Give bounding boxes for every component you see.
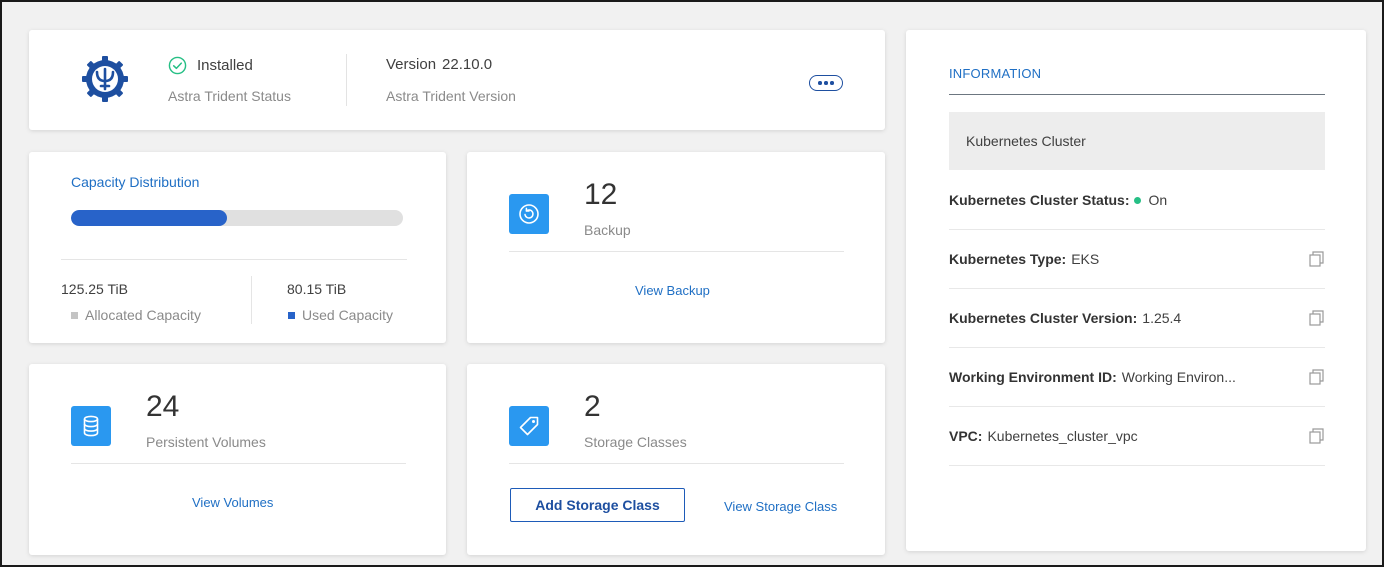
copy-icon[interactable] xyxy=(1307,250,1325,268)
view-volumes-link[interactable]: View Volumes xyxy=(192,495,273,510)
status-value: Installed xyxy=(197,57,253,74)
used-capacity-value: 80.15 TiB xyxy=(287,281,347,297)
volumes-count: 24 xyxy=(146,390,180,423)
info-value: On xyxy=(1148,192,1168,208)
capacity-distribution-card: Capacity Distribution 125.25 TiB Allocat… xyxy=(29,152,446,343)
capacity-bar-used-fill xyxy=(71,210,228,226)
divider xyxy=(346,54,347,106)
allocated-label-text: Allocated Capacity xyxy=(85,307,201,323)
version-number: 22.10.0 xyxy=(442,56,493,73)
information-panel: INFORMATION Kubernetes Cluster Kubernete… xyxy=(906,30,1366,551)
installed-status: Installed xyxy=(168,56,253,75)
capacity-title: Capacity Distribution xyxy=(71,174,200,190)
version-value: Version 22.10.0 xyxy=(386,56,492,73)
info-key: Kubernetes Type: xyxy=(949,251,1067,267)
divider xyxy=(61,259,407,260)
backup-icon xyxy=(509,194,549,234)
divider xyxy=(509,463,844,464)
divider xyxy=(949,94,1325,95)
copy-icon[interactable] xyxy=(1307,368,1325,386)
used-capacity-label: Used Capacity xyxy=(288,307,393,323)
allocated-legend-swatch xyxy=(71,311,78,319)
version-label: Astra Trident Version xyxy=(386,88,516,104)
volumes-label: Persistent Volumes xyxy=(146,434,266,450)
cluster-status-row: Kubernetes Cluster Status: On xyxy=(949,171,1325,229)
backup-label: Backup xyxy=(584,222,631,238)
copy-icon[interactable] xyxy=(1307,309,1325,327)
allocated-capacity-label: Allocated Capacity xyxy=(71,307,201,323)
used-legend-swatch xyxy=(288,311,295,319)
info-value: Kubernetes_cluster_vpc xyxy=(987,428,1138,444)
copy-icon[interactable] xyxy=(1307,427,1325,445)
allocated-capacity-value: 125.25 TiB xyxy=(61,281,128,297)
status-label: Astra Trident Status xyxy=(168,88,291,104)
info-key: Kubernetes Cluster Status: xyxy=(949,192,1130,208)
check-circle-icon xyxy=(168,56,187,75)
cluster-version-row: Kubernetes Cluster Version: 1.25.4 xyxy=(949,289,1325,347)
ellipsis-dot xyxy=(830,81,834,85)
database-icon xyxy=(71,406,111,446)
divider xyxy=(949,465,1325,466)
persistent-volumes-card: 24 Persistent Volumes View Volumes xyxy=(29,364,446,555)
divider xyxy=(509,251,844,252)
info-value: 1.25.4 xyxy=(1142,310,1182,326)
information-title: INFORMATION xyxy=(949,66,1042,81)
kubernetes-cluster-section-header: Kubernetes Cluster xyxy=(949,112,1325,170)
backup-count: 12 xyxy=(584,178,618,211)
ellipsis-dot xyxy=(818,81,822,85)
view-storage-class-link[interactable]: View Storage Class xyxy=(724,499,837,514)
view-backup-link[interactable]: View Backup xyxy=(635,283,710,298)
info-key: VPC: xyxy=(949,428,983,444)
storage-classes-card: 2 Storage Classes Add Storage Class View… xyxy=(467,364,885,555)
ellipsis-dot xyxy=(824,81,828,85)
storage-label: Storage Classes xyxy=(584,434,687,450)
astra-trident-logo-icon xyxy=(81,55,129,103)
add-storage-class-button[interactable]: Add Storage Class xyxy=(510,488,685,522)
kubernetes-type-row: Kubernetes Type: EKS xyxy=(949,230,1325,288)
working-environment-id-row: Working Environment ID: Working Environ.… xyxy=(949,348,1325,406)
more-options-button[interactable] xyxy=(809,75,843,91)
version-prefix: Version xyxy=(386,56,437,73)
storage-count: 2 xyxy=(584,390,601,423)
info-key: Working Environment ID: xyxy=(949,369,1117,385)
divider xyxy=(71,463,406,464)
used-label-text: Used Capacity xyxy=(302,307,394,323)
capacity-bar xyxy=(71,210,403,226)
tag-icon xyxy=(509,406,549,446)
status-on-indicator xyxy=(1134,196,1142,204)
info-value: Working Environ... xyxy=(1121,369,1236,385)
info-key: Kubernetes Cluster Version: xyxy=(949,310,1138,326)
divider xyxy=(251,276,252,324)
backup-card: 12 Backup View Backup xyxy=(467,152,885,343)
vpc-row: VPC: Kubernetes_cluster_vpc xyxy=(949,407,1325,465)
trident-status-card: Installed Astra Trident Status Version 22… xyxy=(29,30,885,130)
info-value: EKS xyxy=(1071,251,1100,267)
